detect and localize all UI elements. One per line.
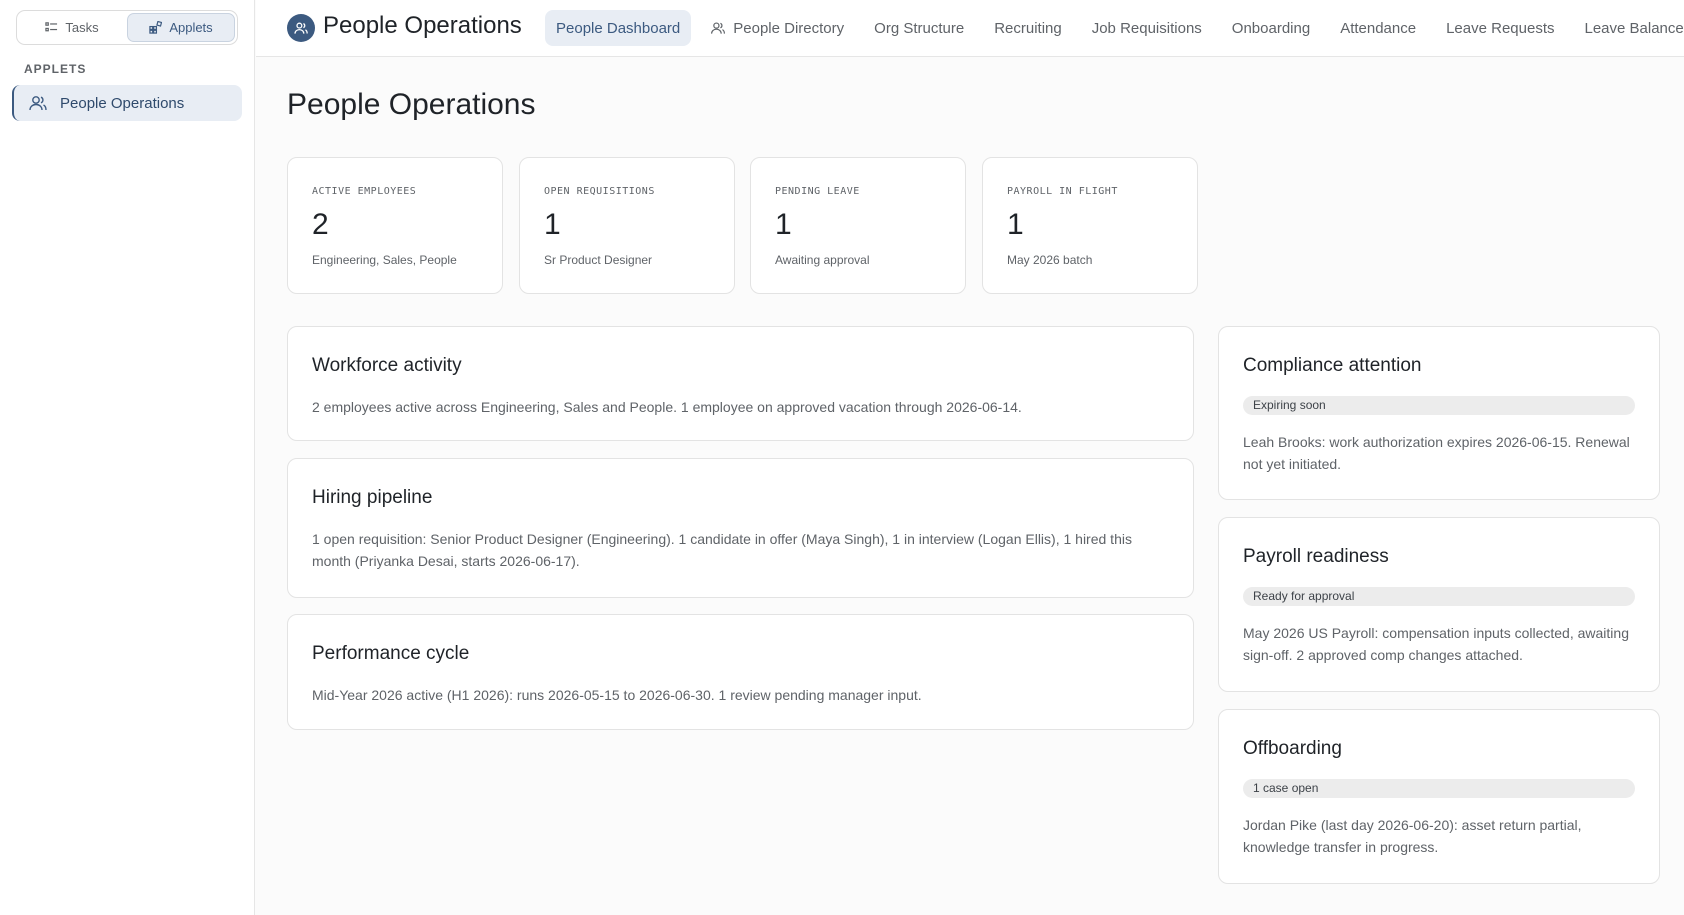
tab-people-dashboard[interactable]: People Dashboard (545, 10, 692, 46)
applets-tab-label: Applets (169, 20, 213, 35)
compliance-attention-card: Compliance attention Expiring soon Leah … (1218, 326, 1660, 500)
tasks-tab-label: Tasks (65, 20, 99, 35)
status-badge: Expiring soon (1243, 396, 1635, 415)
card-text: Mid-Year 2026 active (H1 2026): runs 202… (312, 687, 922, 703)
applets-tab[interactable]: Applets (127, 13, 235, 42)
tab-onboarding[interactable]: Onboarding (1221, 10, 1321, 46)
hiring-pipeline-card: Hiring pipeline 1 open requisition: Seni… (287, 458, 1194, 598)
card-text: Jordan Pike (last day 2026-06-20): asset… (1243, 817, 1582, 855)
sidebar: Tasks Applets APPLETS People Operations (0, 0, 255, 915)
stat-value: 1 (775, 208, 792, 241)
sidebar-item-people-operations[interactable]: People Operations (12, 85, 242, 121)
stat-label: OPEN REQUISITIONS (544, 186, 655, 197)
card-title: Offboarding (1243, 738, 1342, 759)
stat-sub: Sr Product Designer (544, 253, 653, 267)
stat-card-open-requisitions: OPEN REQUISITIONS 1 Sr Product Designer (519, 157, 735, 294)
tab-people-directory[interactable]: People Directory (699, 10, 855, 46)
stat-card-payroll-in-flight: PAYROLL IN FLIGHT 1 May 2026 batch (982, 157, 1198, 294)
applets-heading: APPLETS (24, 62, 87, 76)
card-text: May 2026 US Payroll: compensation inputs… (1243, 625, 1629, 663)
stat-value: 1 (544, 208, 561, 241)
stat-sub: Engineering, Sales, People (312, 253, 457, 267)
workforce-activity-card: Workforce activity 2 employees active ac… (287, 326, 1194, 441)
stat-card-pending-leave: PENDING LEAVE 1 Awaiting approval (750, 157, 966, 294)
nav-tabs: People Dashboard People Directory Org St… (545, 10, 1684, 46)
app-title: People Operations (323, 12, 522, 39)
tab-org-structure[interactable]: Org Structure (863, 10, 975, 46)
users-icon (711, 22, 726, 34)
card-title: Hiring pipeline (312, 487, 433, 508)
tab-label: People Directory (733, 19, 845, 37)
stat-label: PAYROLL IN FLIGHT (1007, 186, 1118, 197)
users-icon (29, 96, 47, 111)
list-icon (45, 22, 58, 32)
stat-value: 1 (1007, 208, 1024, 241)
sidebar-item-label: People Operations (60, 94, 185, 112)
tab-attendance[interactable]: Attendance (1329, 10, 1427, 46)
card-title: Performance cycle (312, 643, 470, 664)
top-bar: People Operations People Dashboard Peopl… (256, 0, 1684, 57)
tab-label: People Dashboard (556, 19, 681, 37)
tab-recruiting[interactable]: Recruiting (983, 10, 1073, 46)
tab-label: Leave Balances (1584, 19, 1684, 37)
stat-label: ACTIVE EMPLOYEES (312, 186, 417, 197)
page-title: People Operations (287, 88, 536, 121)
offboarding-card: Offboarding 1 case open Jordan Pike (las… (1218, 709, 1660, 884)
status-badge: 1 case open (1243, 779, 1635, 798)
tab-label: Leave Requests (1446, 19, 1555, 37)
stat-sub: Awaiting approval (775, 253, 870, 267)
card-title: Workforce activity (312, 355, 462, 376)
card-text: 2 employees active across Engineering, S… (312, 399, 1022, 415)
app-logo-icon (287, 14, 315, 42)
stat-label: PENDING LEAVE (775, 186, 860, 197)
tab-label: Recruiting (994, 19, 1062, 37)
stat-value: 2 (312, 208, 329, 241)
card-text: Leah Brooks: work authorization expires … (1243, 434, 1630, 472)
stat-card-active-employees: ACTIVE EMPLOYEES 2 Engineering, Sales, P… (287, 157, 503, 294)
tasks-tab[interactable]: Tasks (19, 13, 125, 42)
tab-label: Attendance (1340, 19, 1417, 37)
payroll-readiness-card: Payroll readiness Ready for approval May… (1218, 517, 1660, 692)
tab-label: Onboarding (1231, 19, 1311, 37)
card-text: 1 open requisition: Senior Product Desig… (312, 531, 1132, 569)
performance-cycle-card: Performance cycle Mid-Year 2026 active (… (287, 614, 1194, 730)
tab-leave-balances[interactable]: Leave Balances (1574, 10, 1684, 46)
card-title: Compliance attention (1243, 355, 1422, 376)
stat-sub: May 2026 batch (1007, 253, 1093, 267)
tab-job-requisitions[interactable]: Job Requisitions (1081, 10, 1213, 46)
view-switcher: Tasks Applets (16, 10, 238, 45)
card-title: Payroll readiness (1243, 546, 1389, 567)
applets-icon (149, 21, 163, 34)
tab-leave-requests[interactable]: Leave Requests (1435, 10, 1565, 46)
status-badge: Ready for approval (1243, 587, 1635, 606)
tab-label: Job Requisitions (1091, 19, 1202, 37)
tab-label: Org Structure (874, 19, 965, 37)
